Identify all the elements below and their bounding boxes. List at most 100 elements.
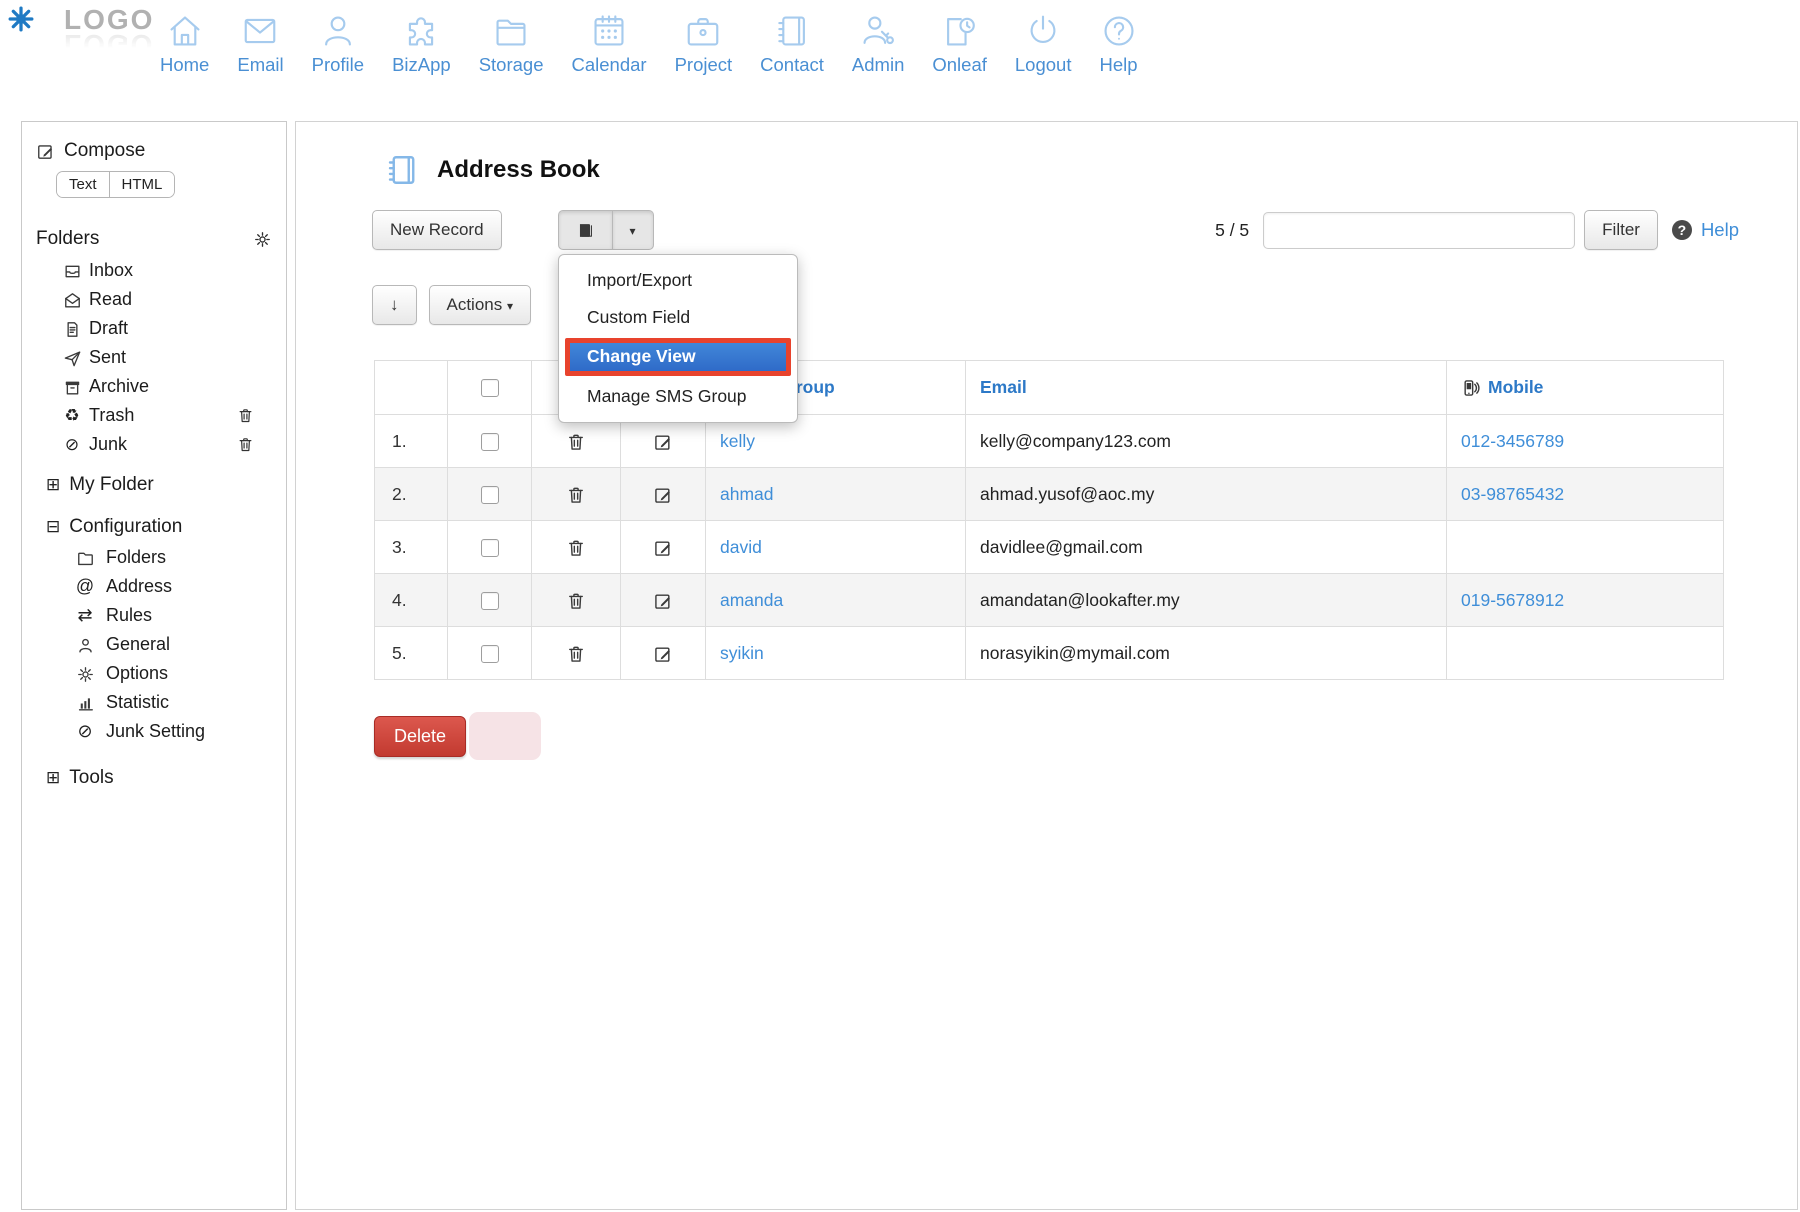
nav-item-profile[interactable]: Profile <box>312 12 364 76</box>
logo-reflection: LOGO <box>64 30 154 58</box>
nav-item-email[interactable]: Email <box>237 12 283 76</box>
sidebar-item-general[interactable]: General <box>36 630 286 659</box>
contact-mobile-link[interactable]: 012-3456789 <box>1461 431 1564 451</box>
select-all-checkbox[interactable] <box>481 379 499 397</box>
nav-item-calendar[interactable]: Calendar <box>572 12 647 76</box>
sidebar-folder-trash[interactable]: ♻ Trash <box>36 401 286 430</box>
nav-item-project[interactable]: Project <box>675 12 733 76</box>
nav-item-help[interactable]: Help <box>1099 12 1137 76</box>
inbox-icon <box>62 260 82 280</box>
glyph-icon: ♻ <box>62 406 82 426</box>
compose-button[interactable]: Compose <box>36 140 286 162</box>
edit-row-icon[interactable] <box>653 591 673 611</box>
delete-row-icon[interactable] <box>566 591 586 611</box>
caret-down-icon: ▾ <box>630 224 636 238</box>
sidebar-item-tools[interactable]: ⊞ Tools <box>36 762 286 794</box>
sidebar-item-my-folder[interactable]: ⊞ My Folder <box>36 469 286 501</box>
filter-button[interactable]: Filter <box>1584 210 1658 250</box>
home-icon <box>166 12 204 50</box>
row-number: 3. <box>375 521 448 574</box>
menu-item-manage-sms-group[interactable]: Manage SMS Group <box>559 378 797 415</box>
menu-item-import-export[interactable]: Import/Export <box>559 262 797 299</box>
sidebar-item-folders[interactable]: Folders <box>36 543 286 572</box>
contact-name-link[interactable]: syikin <box>720 643 764 663</box>
row-checkbox[interactable] <box>481 592 499 610</box>
contact-name-link[interactable]: david <box>720 537 762 557</box>
filter-input[interactable] <box>1263 212 1575 249</box>
contact-name-link[interactable]: kelly <box>720 431 755 451</box>
cal-icon <box>590 12 628 50</box>
sidebar-folder-archive[interactable]: Archive <box>36 372 286 401</box>
folders-header: Folders <box>36 228 99 250</box>
nav-item-contact[interactable]: Contact <box>760 12 824 76</box>
mobile-column-header[interactable]: Mobile <box>1488 377 1543 397</box>
menu-item-custom-field[interactable]: Custom Field <box>559 299 797 336</box>
address-book-view-button[interactable] <box>558 210 613 250</box>
menu-item-change-view[interactable]: Change View <box>565 338 791 376</box>
row-checkbox[interactable] <box>481 539 499 557</box>
view-dropdown-toggle[interactable]: ▾ <box>613 210 654 250</box>
row-number: 2. <box>375 468 448 521</box>
glyph-icon: ⇄ <box>74 605 96 626</box>
folder-list: Inbox Read Draft Sent Archive ♻ Trash ⊘ … <box>36 256 286 459</box>
sidebar-folder-draft[interactable]: Draft <box>36 314 286 343</box>
edit-row-icon[interactable] <box>653 485 673 505</box>
sidebar-item-junk-setting[interactable]: ⊘ Junk Setting <box>36 717 286 746</box>
sidebar-item-address[interactable]: @ Address <box>36 572 286 601</box>
configuration-list: Folders @ Address ⇄ Rules General Option… <box>36 543 286 746</box>
nav-item-bizapp[interactable]: BizApp <box>392 12 451 76</box>
nav-item-admin[interactable]: Admin <box>852 12 904 76</box>
move-down-button[interactable]: ↓ <box>372 285 417 325</box>
sidebar-folder-read[interactable]: Read <box>36 285 286 314</box>
email-column-header[interactable]: Email <box>980 377 1027 397</box>
row-checkbox[interactable] <box>481 486 499 504</box>
delete-row-icon[interactable] <box>566 432 586 452</box>
nav-item-home[interactable]: Home <box>160 12 209 76</box>
empty-folder-trash-icon[interactable] <box>237 436 254 453</box>
empty-folder-trash-icon[interactable] <box>237 407 254 424</box>
delete-row-icon[interactable] <box>566 538 586 558</box>
folders-settings-gear-icon[interactable] <box>253 230 272 249</box>
sidebar-item-configuration[interactable]: ⊟ Configuration <box>36 511 286 543</box>
contact-email: davidlee@gmail.com <box>966 521 1447 574</box>
contact-name-link[interactable]: amanda <box>720 590 783 610</box>
compose-text-button[interactable]: Text <box>57 172 109 197</box>
row-number: 1. <box>375 415 448 468</box>
expand-icon[interactable]: ⊞ <box>46 475 60 495</box>
nav-item-onleaf[interactable]: Onleaf <box>932 12 987 76</box>
expand-icon[interactable]: ⊞ <box>46 768 60 788</box>
help-link[interactable]: Help <box>1701 219 1739 241</box>
compose-html-button[interactable]: HTML <box>109 172 175 197</box>
sidebar-item-options[interactable]: Options <box>36 659 286 688</box>
edit-row-icon[interactable] <box>653 432 673 452</box>
delete-row-icon[interactable] <box>566 485 586 505</box>
nav-item-storage[interactable]: Storage <box>479 12 544 76</box>
sidebar-folder-junk[interactable]: ⊘ Junk <box>36 430 286 459</box>
archive-icon <box>62 376 82 396</box>
row-checkbox[interactable] <box>481 645 499 663</box>
delete-button[interactable]: Delete <box>374 716 466 757</box>
nav-item-logout[interactable]: Logout <box>1015 12 1072 76</box>
sidebar-item-statistic[interactable]: Statistic <box>36 688 286 717</box>
configuration-label: Configuration <box>69 516 182 538</box>
sidebar-item-rules[interactable]: ⇄ Rules <box>36 601 286 630</box>
book-icon <box>773 12 811 50</box>
actions-dropdown-button[interactable]: Actions ▾ <box>429 285 532 325</box>
contact-name-link[interactable]: ahmad <box>720 484 774 504</box>
my-folder-label: My Folder <box>69 474 153 496</box>
sidebar-folder-sent[interactable]: Sent <box>36 343 286 372</box>
new-record-button[interactable]: New Record <box>372 210 502 250</box>
sidebar: Compose Text HTML Folders Inbox Read Dra… <box>21 121 287 1210</box>
row-checkbox[interactable] <box>481 433 499 451</box>
user-icon <box>319 12 357 50</box>
delete-row-icon[interactable] <box>566 644 586 664</box>
compose-mode-toggle: Text HTML <box>56 171 175 198</box>
contact-mobile-link[interactable]: 019-5678912 <box>1461 590 1564 610</box>
collapse-icon[interactable]: ⊟ <box>46 517 60 537</box>
tools-label: Tools <box>69 767 113 789</box>
contact-mobile-link[interactable]: 03-98765432 <box>1461 484 1564 504</box>
sidebar-folder-inbox[interactable]: Inbox <box>36 256 286 285</box>
envopen-icon <box>62 289 82 309</box>
edit-row-icon[interactable] <box>653 538 673 558</box>
edit-row-icon[interactable] <box>653 644 673 664</box>
